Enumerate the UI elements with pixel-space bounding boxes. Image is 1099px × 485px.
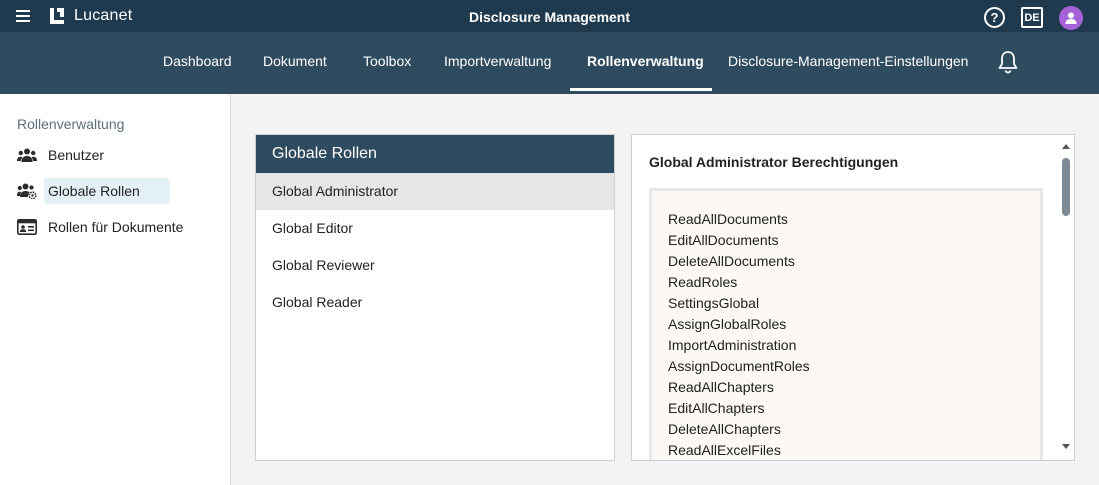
users-icon <box>16 146 38 164</box>
app-title: Disclosure Management <box>468 9 631 25</box>
id-card-icon <box>16 218 38 236</box>
language-switch[interactable]: DE <box>1021 7 1043 28</box>
users-gear-icon <box>16 182 38 200</box>
permission-item: ReadAllChapters <box>668 379 774 395</box>
permission-item: AssignDocumentRoles <box>668 358 810 374</box>
role-item-global-administrator[interactable]: Global Administrator <box>256 173 614 210</box>
permissions-list: ReadAllDocuments EditAllDocuments Delete… <box>649 188 1043 460</box>
top-bar: Lucanet Disclosure Management ? DE <box>0 0 1099 32</box>
permission-item: ReadAllExcelFiles <box>668 442 781 458</box>
sidebar-item-rollen-fuer-dokumente[interactable]: Rollen für Dokumente <box>13 213 214 241</box>
active-tab-indicator <box>570 88 712 91</box>
sidebar-item-label: Globale Rollen <box>44 178 170 204</box>
tab-dokument[interactable]: Dokument <box>263 53 327 69</box>
roles-panel-header: Globale Rollen <box>256 135 614 173</box>
permission-item: ImportAdministration <box>668 337 797 353</box>
sidebar-title: Rollenverwaltung <box>17 116 125 132</box>
global-roles-panel: Globale Rollen Global Administrator Glob… <box>255 134 615 461</box>
scroll-down-arrow-icon[interactable] <box>1062 444 1070 449</box>
role-item-global-reviewer[interactable]: Global Reviewer <box>256 247 614 284</box>
role-item-global-editor[interactable]: Global Editor <box>256 210 614 247</box>
bell-icon[interactable] <box>997 50 1019 74</box>
sidebar-item-globale-rollen[interactable]: Globale Rollen <box>13 177 214 205</box>
permission-item: EditAllChapters <box>668 400 765 416</box>
help-icon[interactable]: ? <box>984 7 1005 28</box>
sidebar-item-label: Benutzer <box>48 147 105 163</box>
permission-item: AssignGlobalRoles <box>668 316 787 332</box>
permission-item: SettingsGlobal <box>668 295 760 311</box>
role-item-global-reader[interactable]: Global Reader <box>256 284 614 321</box>
permissions-scrollbar[interactable] <box>1061 144 1071 456</box>
permissions-panel: Global Administrator Berechtigungen Read… <box>631 134 1075 461</box>
sidebar-item-label: Rollen für Dokumente <box>48 219 184 235</box>
permission-item: ReadAllDocuments <box>668 211 788 227</box>
permission-item: EditAllDocuments <box>668 232 779 248</box>
scroll-up-arrow-icon[interactable] <box>1062 144 1070 149</box>
permission-item: ReadRoles <box>668 274 738 290</box>
user-icon <box>1065 12 1077 24</box>
tab-importverwaltung[interactable]: Importverwaltung <box>444 53 551 69</box>
main-nav: Dashboard Dokument Toolbox Importverwalt… <box>0 32 1099 94</box>
permissions-title: Global Administrator Berechtigungen <box>649 154 899 170</box>
tab-toolbox[interactable]: Toolbox <box>363 53 411 69</box>
permission-item: DeleteAllChapters <box>668 421 781 437</box>
sidebar-item-benutzer[interactable]: Benutzer <box>13 141 214 169</box>
permission-item: DeleteAllDocuments <box>668 253 795 269</box>
tab-dashboard[interactable]: Dashboard <box>163 53 232 69</box>
user-avatar[interactable] <box>1059 6 1083 30</box>
tab-rollenverwaltung[interactable]: Rollenverwaltung <box>587 53 704 69</box>
sidebar: Rollenverwaltung Benutzer Globale Rollen… <box>0 94 231 485</box>
scrollbar-thumb[interactable] <box>1062 158 1070 216</box>
tab-disclosure-settings[interactable]: Disclosure-Management-Einstellungen <box>728 53 968 69</box>
